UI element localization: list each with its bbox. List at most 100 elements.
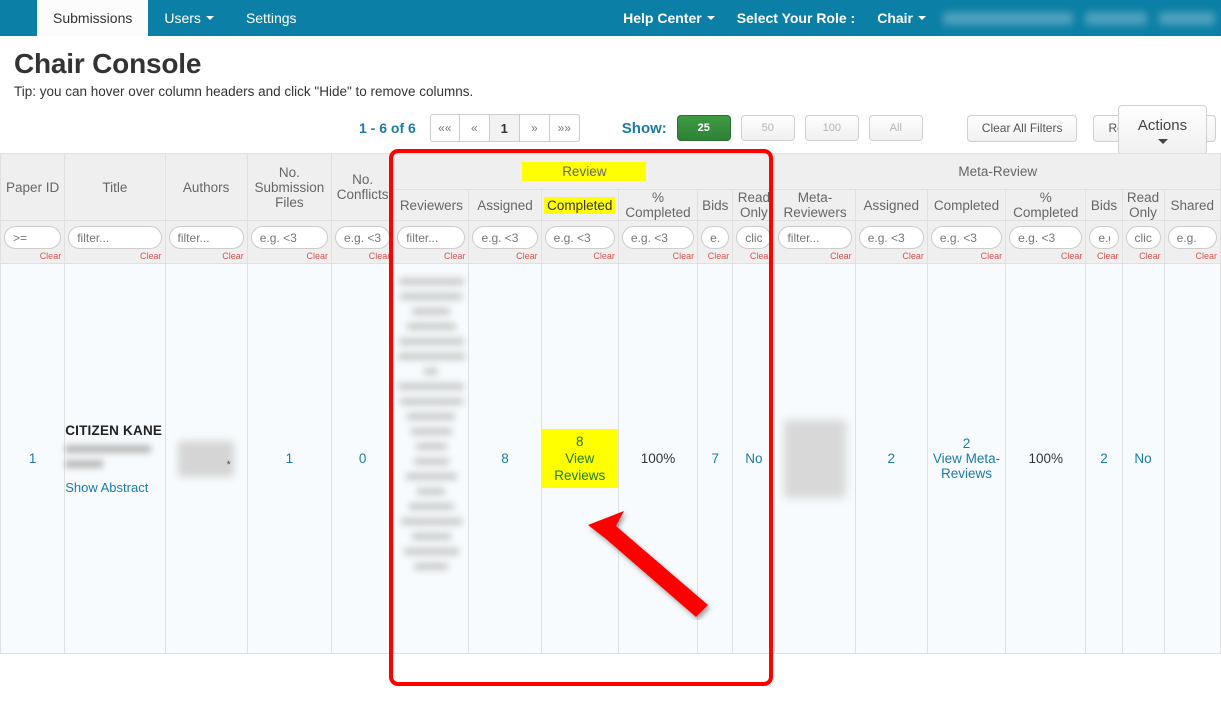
nav-help-center[interactable]: Help Center [612,0,726,36]
filter-input-meta-shared[interactable] [1167,226,1217,249]
filter-clear-review-bids[interactable]: Clear [701,251,730,261]
page-size-25-button[interactable]: 25 [676,115,731,141]
cell-conflicts: 0 [331,263,395,654]
filter-clear-review-assigned[interactable]: Clear [472,251,538,261]
cell-meta-reviewers [774,263,856,654]
cell-meta-bids: 2 [1085,263,1123,654]
col-header-meta-percent[interactable]: % Completed [1005,189,1087,221]
filter-input-title[interactable] [68,226,162,249]
page-number-button[interactable]: 1 [489,114,520,142]
filter-input-meta-assigned[interactable] [858,226,924,249]
nav-tab-settings[interactable]: Settings [230,0,313,36]
view-reviews-link[interactable]: View Reviews [554,451,605,483]
filter-clear-meta-bids[interactable]: Clear [1089,251,1119,261]
filter-input-meta-completed[interactable] [930,226,1003,249]
page-last-button[interactable]: »» [549,114,580,142]
meta-readonly-toggle[interactable]: No [1134,451,1151,466]
filter-input-meta-readonly[interactable] [1125,226,1161,249]
navbar-right-group: Help Center Select Your Role : Chair [612,0,1221,36]
col-label: Bids [702,197,729,213]
filter-input-submission-files[interactable] [250,226,329,249]
col-header-meta-shared[interactable]: Shared [1163,189,1221,221]
nav-role-chair[interactable]: Chair [866,0,937,36]
filter-cell-meta-readonly: Clear [1121,220,1165,264]
pagination-controls: «« « 1 » »» [429,114,580,142]
top-navbar: Submissions Users Settings Help Center S… [0,0,1221,36]
paper-id-link[interactable]: 1 [29,451,37,466]
cell-review-bids: 7 [697,263,734,654]
page-next-button[interactable]: » [519,114,550,142]
filter-clear-meta-percent[interactable]: Clear [1009,251,1083,261]
meta-bids-link[interactable]: 2 [1100,451,1108,466]
col-header-meta-bids[interactable]: Bids [1085,189,1123,221]
filter-input-paper-id[interactable] [4,226,62,249]
chevron-down-icon [918,16,926,20]
review-assigned-link[interactable]: 8 [501,451,509,466]
col-header-review-percent[interactable]: % Completed [617,189,699,221]
page-header: Chair Console Tip: you can hover over co… [0,36,1221,99]
clear-all-filters-button[interactable]: Clear All Filters [966,114,1078,142]
actions-button[interactable]: Actions [1118,105,1207,155]
filter-cell-meta-assigned: Clear [854,220,928,264]
filter-clear-paper-id[interactable]: Clear [4,251,62,261]
conflicts-link[interactable]: 0 [359,451,367,466]
review-bids-link[interactable]: 7 [711,451,719,466]
page-first-button[interactable]: «« [429,114,460,142]
col-header-title[interactable]: Title [64,153,166,221]
filter-clear-meta-assigned[interactable]: Clear [859,251,924,261]
col-header-paper-id[interactable]: Paper ID [0,153,66,221]
col-label: Read Only [737,190,770,220]
filter-clear-meta-readonly[interactable]: Clear [1126,251,1161,261]
col-header-meta-readonly[interactable]: Read Only [1121,189,1165,221]
page-size-all-button[interactable]: All [868,115,923,141]
review-completed-count[interactable]: 8 [576,434,584,449]
filter-input-review-assigned[interactable] [472,226,538,249]
submission-files-link[interactable]: 1 [286,451,294,466]
col-header-review-bids[interactable]: Bids [697,189,734,221]
show-abstract-link[interactable]: Show Abstract [65,480,164,495]
filter-clear-submission-files[interactable]: Clear [251,251,329,261]
filter-cell-conflicts: Clear [331,220,395,264]
filter-input-review-bids[interactable] [701,226,730,249]
col-header-conflicts[interactable]: No. Conflicts [331,153,395,221]
nav-tab-users[interactable]: Users [148,0,230,36]
filter-clear-conflicts[interactable]: Clear [335,251,391,261]
meta-assigned-link[interactable]: 2 [888,451,896,466]
filter-clear-authors[interactable]: Clear [169,251,244,261]
filter-cell-submission-files: Clear [246,220,333,264]
filter-clear-meta-completed[interactable]: Clear [931,251,1003,261]
col-header-review-readonly[interactable]: Read Only [732,189,776,221]
nav-tab-submissions[interactable]: Submissions [37,0,149,36]
cell-meta-assigned: 2 [854,263,928,654]
page-size-100-button[interactable]: 100 [804,115,859,141]
col-header-meta-completed[interactable]: Completed [926,189,1007,221]
col-header-meta-assigned[interactable]: Assigned [854,189,928,221]
filter-clear-review-completed[interactable]: Clear [545,251,615,261]
filter-input-meta-percent[interactable] [1009,226,1083,249]
col-header-reviewers[interactable]: Reviewers [393,189,470,221]
filter-clear-reviewers[interactable]: Clear [397,251,466,261]
view-meta-reviews-link[interactable]: View Meta-Reviews [933,451,1000,481]
filter-input-meta-bids[interactable] [1089,226,1119,249]
filter-clear-review-readonly[interactable]: Clear [736,251,772,261]
col-header-submission-files[interactable]: No. Submission Files [246,153,333,221]
filter-input-reviewers[interactable] [397,226,466,249]
review-readonly-toggle[interactable]: No [745,451,762,466]
filter-input-conflicts[interactable] [335,226,391,249]
meta-completed-count[interactable]: 2 [963,436,971,451]
filter-input-authors[interactable] [168,226,244,249]
col-header-review-completed[interactable]: Completed [540,189,619,221]
filter-clear-meta-shared[interactable]: Clear [1168,251,1217,261]
col-header-review-assigned[interactable]: Assigned [468,189,542,221]
filter-input-meta-reviewers[interactable] [778,226,852,249]
col-header-authors[interactable]: Authors [164,153,248,221]
filter-input-review-percent[interactable] [621,226,695,249]
page-size-50-button[interactable]: 50 [740,115,795,141]
page-prev-button[interactable]: « [459,114,490,142]
filter-clear-meta-reviewers[interactable]: Clear [778,251,852,261]
filter-input-review-completed[interactable] [544,226,615,249]
filter-clear-review-percent[interactable]: Clear [622,251,695,261]
col-header-meta-reviewers[interactable]: Meta-Reviewers [774,189,856,221]
filter-clear-title[interactable]: Clear [68,251,162,261]
filter-input-review-readonly[interactable] [736,226,772,249]
